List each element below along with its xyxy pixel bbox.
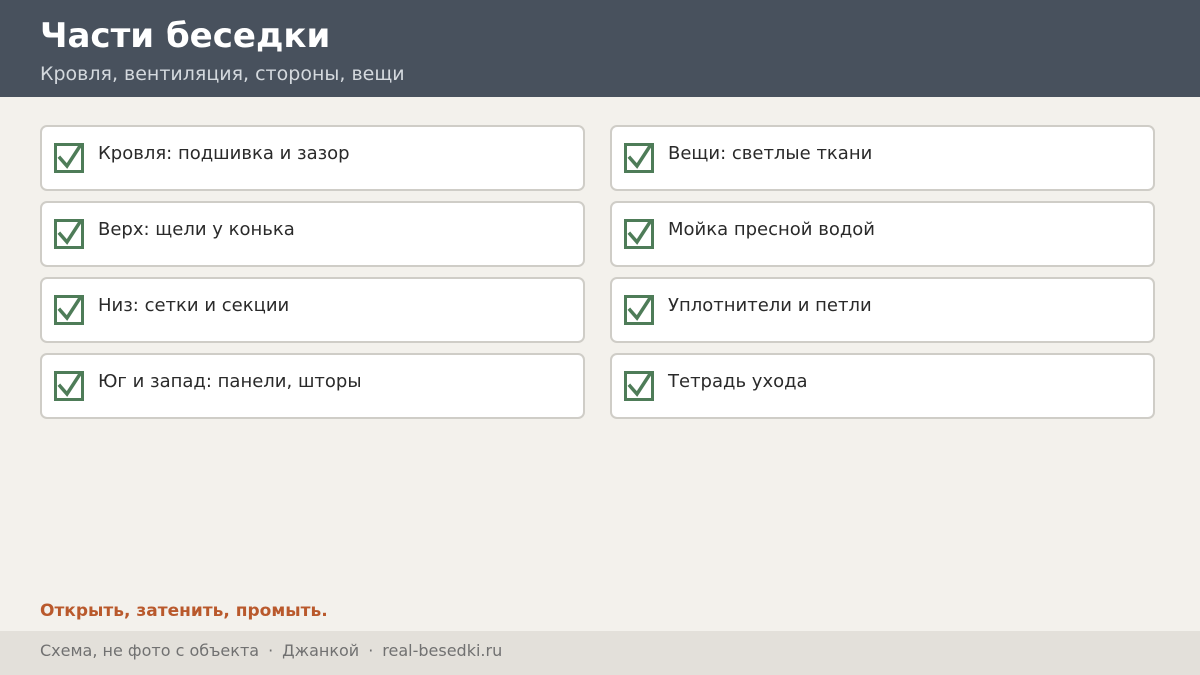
checklist-item[interactable]: Низ: сетки и секции bbox=[40, 277, 585, 343]
checkbox-checked-icon[interactable] bbox=[624, 295, 654, 325]
call-to-action-text: Открыть, затенить, промыть. bbox=[40, 601, 328, 621]
footer-text: Схема, не фото с объекта · Джанкой · real-be… bbox=[40, 640, 502, 662]
checklist-item[interactable]: Юг и запад: панели, шторы bbox=[40, 353, 585, 419]
checkbox-checked-icon[interactable] bbox=[624, 143, 654, 173]
checkbox-checked-icon[interactable] bbox=[624, 219, 654, 249]
page-title: Части беседки bbox=[40, 16, 331, 56]
checklist-item-label: Уплотнители и петли bbox=[668, 295, 872, 316]
footer-separator: · bbox=[268, 641, 274, 660]
checkbox-checked-icon[interactable] bbox=[54, 295, 84, 325]
checkbox-checked-icon[interactable] bbox=[54, 143, 84, 173]
checklist-item[interactable]: Вещи: светлые ткани bbox=[610, 125, 1155, 191]
checklist-item[interactable]: Уплотнители и петли bbox=[610, 277, 1155, 343]
checklist-item[interactable]: Кровля: подшивка и зазор bbox=[40, 125, 585, 191]
checklist-item[interactable]: Верх: щели у конька bbox=[40, 201, 585, 267]
checklist-item[interactable]: Мойка пресной водой bbox=[610, 201, 1155, 267]
page-subtitle: Кровля, вентиляция, стороны, вещи bbox=[40, 63, 405, 85]
footer-city: Джанкой bbox=[282, 641, 360, 660]
footer-note: Схема, не фото с объекта bbox=[40, 641, 260, 660]
checkbox-checked-icon[interactable] bbox=[54, 371, 84, 401]
checklist-item[interactable]: Тетрадь ухода bbox=[610, 353, 1155, 419]
checklist-item-label: Тетрадь ухода bbox=[668, 371, 808, 392]
footer-site-link[interactable]: real-besedki.ru bbox=[382, 641, 502, 660]
checklist-item-label: Кровля: подшивка и зазор bbox=[98, 143, 350, 164]
checklist-item-label: Вещи: светлые ткани bbox=[668, 143, 873, 164]
footer-separator: · bbox=[368, 641, 374, 660]
checklist-item-label: Мойка пресной водой bbox=[668, 219, 876, 240]
checkbox-checked-icon[interactable] bbox=[624, 371, 654, 401]
footer: Схема, не фото с объекта · Джанкой · real-be… bbox=[0, 631, 1200, 675]
header: Части беседки Кровля, вентиляция, сторон… bbox=[0, 0, 1200, 97]
checkbox-checked-icon[interactable] bbox=[54, 219, 84, 249]
checklist-item-label: Юг и запад: панели, шторы bbox=[98, 371, 362, 392]
checklist-item-label: Верх: щели у конька bbox=[98, 219, 295, 240]
checklist-item-label: Низ: сетки и секции bbox=[98, 295, 290, 316]
